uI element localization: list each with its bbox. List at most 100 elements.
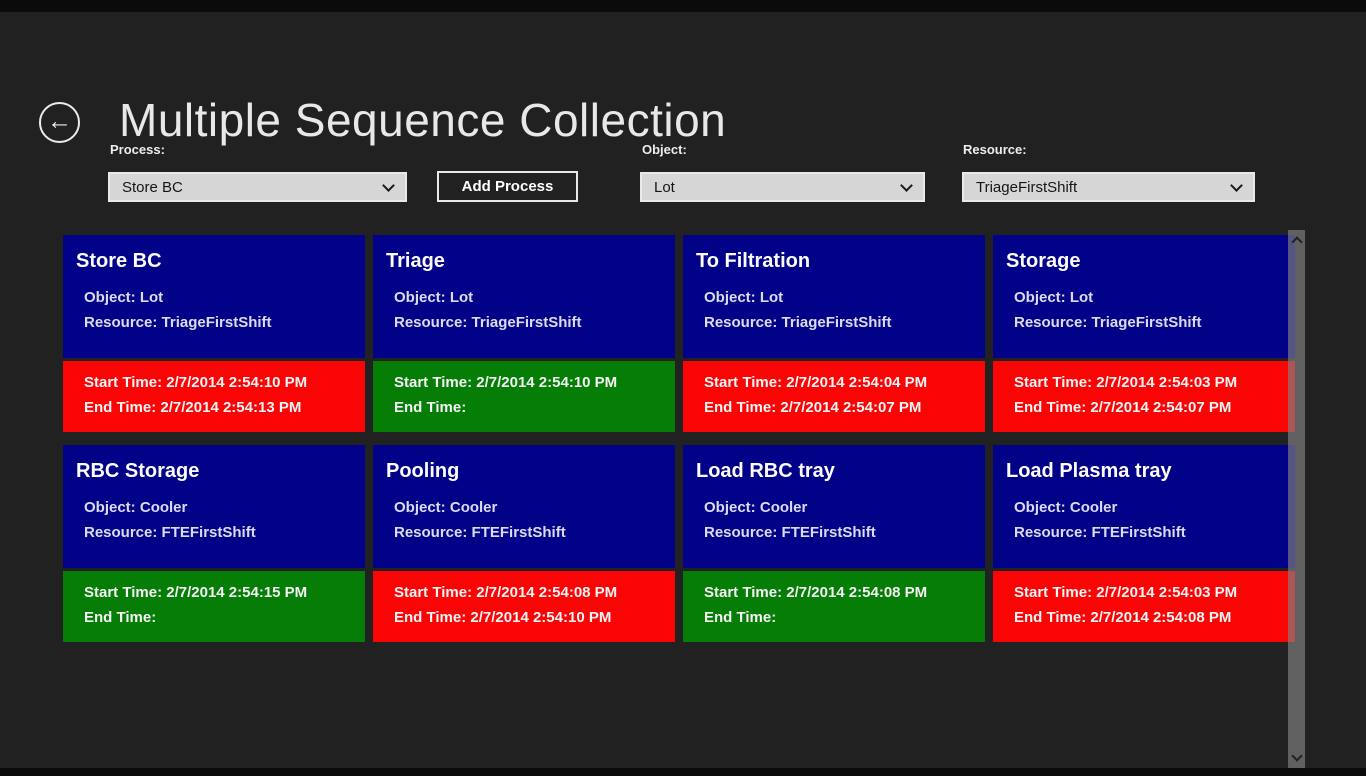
card-resource-value: FTEFirstShift [782, 524, 876, 541]
card-end-line: End Time: 2/7/2014 2:54:08 PM [1014, 605, 1295, 630]
card-object-line: Object: Cooler [84, 495, 365, 520]
card-resource-line: Resource: TriageFirstShift [1014, 310, 1295, 335]
process-card[interactable]: Load RBC tray Object: Cooler Resource: F… [683, 445, 985, 642]
card-end-line: End Time: [84, 605, 365, 630]
process-card[interactable]: Storage Object: Lot Resource: TriageFirs… [993, 235, 1295, 432]
card-info-block: Store BC Object: Lot Resource: TriageFir… [63, 235, 365, 358]
process-card[interactable]: Pooling Object: Cooler Resource: FTEFirs… [373, 445, 675, 642]
chevron-down-icon [382, 179, 395, 192]
card-meta: Object: Lot Resource: TriageFirstShift [1014, 285, 1295, 335]
page-header: ← Multiple Sequence Collection [0, 40, 1366, 130]
card-meta: Object: Lot Resource: TriageFirstShift [84, 285, 365, 335]
card-end-value: 2/7/2014 2:54:13 PM [160, 399, 301, 416]
card-object-line: Object: Lot [394, 285, 675, 310]
card-info-block: Load Plasma tray Object: Cooler Resource… [993, 445, 1295, 568]
card-status: Start Time: 2/7/2014 2:54:03 PM End Time… [993, 571, 1295, 642]
process-card[interactable]: Triage Object: Lot Resource: TriageFirst… [373, 235, 675, 432]
card-title: Storage [1006, 250, 1295, 273]
chevron-down-icon [900, 179, 913, 192]
card-object-value: Lot [760, 289, 783, 306]
card-info-block: Load RBC tray Object: Cooler Resource: F… [683, 445, 985, 568]
chevron-down-icon [1230, 179, 1243, 192]
process-card[interactable]: RBC Storage Object: Cooler Resource: FTE… [63, 445, 365, 642]
card-start-value: 2/7/2014 2:54:03 PM [1096, 584, 1237, 601]
card-resource-value: TriageFirstShift [162, 314, 272, 331]
add-process-button-label: Add Process [462, 178, 554, 195]
card-resource-value: TriageFirstShift [782, 314, 892, 331]
card-resource-line: Resource: TriageFirstShift [84, 310, 365, 335]
object-label: Object: [642, 142, 687, 157]
process-select[interactable]: Store BC [108, 172, 407, 202]
card-status: Start Time: 2/7/2014 2:54:04 PM End Time… [683, 361, 985, 432]
card-title: Load Plasma tray [1006, 460, 1295, 483]
card-end-value: 2/7/2014 2:54:07 PM [1090, 399, 1231, 416]
card-meta: Object: Cooler Resource: FTEFirstShift [84, 495, 365, 545]
card-meta: Object: Lot Resource: TriageFirstShift [394, 285, 675, 335]
card-end-line: End Time: [704, 605, 985, 630]
card-object-value: Cooler [1070, 499, 1118, 516]
card-info-block: Triage Object: Lot Resource: TriageFirst… [373, 235, 675, 358]
card-object-line: Object: Lot [1014, 285, 1295, 310]
card-resource-value: TriageFirstShift [1092, 314, 1202, 331]
card-meta: Object: Cooler Resource: FTEFirstShift [1014, 495, 1295, 545]
card-end-line: End Time: 2/7/2014 2:54:07 PM [1014, 395, 1295, 420]
card-title: Store BC [76, 250, 365, 273]
back-button[interactable]: ← [39, 102, 80, 143]
card-resource-line: Resource: FTEFirstShift [394, 520, 675, 545]
cards-grid: Store BC Object: Lot Resource: TriageFir… [63, 235, 1303, 642]
process-card[interactable]: Load Plasma tray Object: Cooler Resource… [993, 445, 1295, 642]
card-start-line: Start Time: 2/7/2014 2:54:10 PM [394, 370, 675, 395]
card-object-value: Lot [1070, 289, 1093, 306]
card-start-value: 2/7/2014 2:54:10 PM [476, 374, 617, 391]
card-object-value: Cooler [450, 499, 498, 516]
card-status: Start Time: 2/7/2014 2:54:03 PM End Time… [993, 361, 1295, 432]
card-resource-line: Resource: FTEFirstShift [1014, 520, 1295, 545]
card-status: Start Time: 2/7/2014 2:54:08 PM End Time… [683, 571, 985, 642]
card-object-value: Cooler [760, 499, 808, 516]
card-resource-line: Resource: FTEFirstShift [704, 520, 985, 545]
add-process-button[interactable]: Add Process [437, 171, 578, 202]
card-start-value: 2/7/2014 2:54:04 PM [786, 374, 927, 391]
card-meta: Object: Cooler Resource: FTEFirstShift [704, 495, 985, 545]
card-resource-line: Resource: FTEFirstShift [84, 520, 365, 545]
app-window: ← Multiple Sequence Collection Process: … [0, 0, 1366, 776]
card-object-line: Object: Lot [84, 285, 365, 310]
card-object-value: Lot [450, 289, 473, 306]
card-resource-line: Resource: TriageFirstShift [704, 310, 985, 335]
card-end-value: 2/7/2014 2:54:07 PM [780, 399, 921, 416]
card-info-block: To Filtration Object: Lot Resource: Tria… [683, 235, 985, 358]
card-start-line: Start Time: 2/7/2014 2:54:03 PM [1014, 580, 1295, 605]
card-end-value: 2/7/2014 2:54:10 PM [470, 609, 611, 626]
card-start-value: 2/7/2014 2:54:15 PM [166, 584, 307, 601]
process-select-value: Store BC [122, 179, 384, 196]
card-end-value: 2/7/2014 2:54:08 PM [1090, 609, 1231, 626]
card-start-line: Start Time: 2/7/2014 2:54:08 PM [704, 580, 985, 605]
card-title: RBC Storage [76, 460, 365, 483]
card-status: Start Time: 2/7/2014 2:54:10 PM End Time… [63, 361, 365, 432]
card-start-line: Start Time: 2/7/2014 2:54:04 PM [704, 370, 985, 395]
card-end-line: End Time: [394, 395, 675, 420]
card-start-line: Start Time: 2/7/2014 2:54:10 PM [84, 370, 365, 395]
bottom-edge-strip [0, 768, 1366, 776]
card-object-line: Object: Cooler [394, 495, 675, 520]
card-end-line: End Time: 2/7/2014 2:54:07 PM [704, 395, 985, 420]
scroll-down-icon[interactable] [1291, 750, 1302, 761]
process-card[interactable]: To Filtration Object: Lot Resource: Tria… [683, 235, 985, 432]
vertical-scrollbar[interactable] [1288, 230, 1305, 768]
card-info-block: Storage Object: Lot Resource: TriageFirs… [993, 235, 1295, 358]
card-resource-value: TriageFirstShift [472, 314, 582, 331]
card-meta: Object: Lot Resource: TriageFirstShift [704, 285, 985, 335]
card-resource-value: FTEFirstShift [162, 524, 256, 541]
card-start-line: Start Time: 2/7/2014 2:54:03 PM [1014, 370, 1295, 395]
card-title: Load RBC tray [696, 460, 985, 483]
card-object-value: Lot [140, 289, 163, 306]
card-title: Triage [386, 250, 675, 273]
resource-select[interactable]: TriageFirstShift [962, 172, 1255, 202]
card-start-value: 2/7/2014 2:54:08 PM [786, 584, 927, 601]
card-end-line: End Time: 2/7/2014 2:54:10 PM [394, 605, 675, 630]
process-card[interactable]: Store BC Object: Lot Resource: TriageFir… [63, 235, 365, 432]
object-select-value: Lot [654, 179, 902, 196]
resource-select-value: TriageFirstShift [976, 179, 1232, 196]
object-select[interactable]: Lot [640, 172, 925, 202]
scroll-up-icon[interactable] [1291, 236, 1302, 247]
